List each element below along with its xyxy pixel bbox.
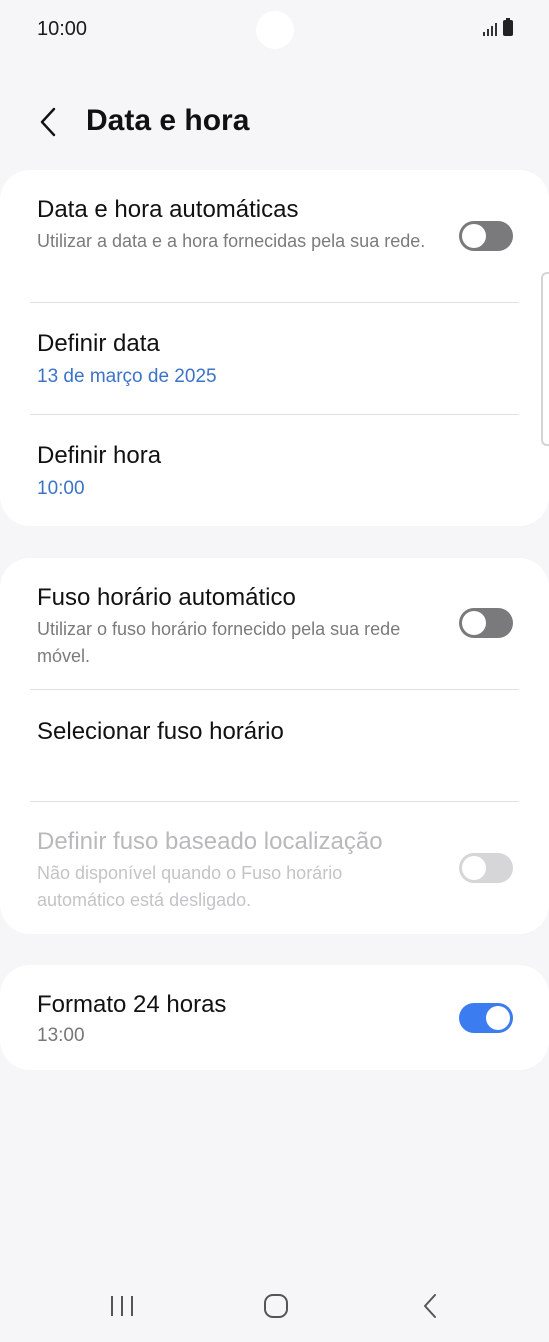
header: Data e hora: [0, 90, 549, 154]
back-icon: [424, 1294, 436, 1318]
signal-icon: [483, 22, 497, 36]
location-timezone-title: Definir fuso baseado localização: [37, 828, 383, 855]
battery-icon: [503, 18, 513, 36]
status-time: 10:00: [37, 18, 88, 40]
scroll-indicator: [541, 272, 549, 446]
auto-datetime-title: Data e hora automáticas: [37, 196, 299, 223]
auto-timezone-subtitle: Utilizar o fuso horário fornecido pela s…: [37, 619, 401, 666]
location-timezone-row: Definir fuso baseado localização Não dis…: [0, 802, 549, 934]
home-icon: [264, 1294, 288, 1318]
date-time-card: Data e hora automáticas Utilizar a data …: [0, 170, 549, 526]
format-24h-row[interactable]: Formato 24 horas 13:00: [0, 965, 549, 1070]
status-bar: 10:00: [0, 0, 549, 58]
format-24h-title: Formato 24 horas: [37, 991, 227, 1018]
status-icons: [483, 18, 513, 36]
nav-back-button[interactable]: [412, 1290, 448, 1322]
recent-apps-button[interactable]: [102, 1290, 142, 1322]
set-time-row[interactable]: Definir hora 10:00: [0, 415, 549, 526]
set-date-value: 13 de março de 2025: [37, 366, 217, 387]
auto-timezone-row[interactable]: Fuso horário automático Utilizar o fuso …: [0, 558, 549, 689]
set-time-value: 10:00: [37, 478, 85, 499]
format-24h-toggle[interactable]: [459, 1003, 513, 1033]
navigation-bar: [0, 1270, 549, 1342]
page-title: Data e hora: [86, 104, 250, 137]
auto-datetime-row[interactable]: Data e hora automáticas Utilizar a data …: [0, 170, 549, 302]
chevron-left-icon: [40, 107, 56, 137]
back-button[interactable]: [28, 98, 68, 146]
location-timezone-toggle: [459, 853, 513, 883]
select-timezone-title: Selecionar fuso horário: [37, 718, 284, 745]
format-card: Formato 24 horas 13:00: [0, 965, 549, 1070]
format-24h-value: 13:00: [37, 1025, 85, 1046]
select-timezone-row[interactable]: Selecionar fuso horário: [0, 690, 549, 802]
auto-timezone-title: Fuso horário automático: [37, 584, 296, 611]
set-date-row[interactable]: Definir data 13 de março de 2025: [0, 303, 549, 415]
camera-cutout: [256, 11, 294, 49]
screen: 10:00 Data e hora Data e hora automática…: [0, 0, 549, 1342]
recent-apps-icon: [111, 1296, 133, 1316]
home-button[interactable]: [256, 1290, 296, 1322]
auto-timezone-toggle[interactable]: [459, 608, 513, 638]
auto-datetime-toggle[interactable]: [459, 221, 513, 251]
timezone-card: Fuso horário automático Utilizar o fuso …: [0, 558, 549, 934]
auto-datetime-subtitle: Utilizar a data e a hora fornecidas pela…: [37, 231, 426, 251]
set-date-title: Definir data: [37, 330, 160, 357]
location-timezone-subtitle: Não disponível quando o Fuso horário aut…: [37, 863, 343, 910]
set-time-title: Definir hora: [37, 442, 162, 469]
